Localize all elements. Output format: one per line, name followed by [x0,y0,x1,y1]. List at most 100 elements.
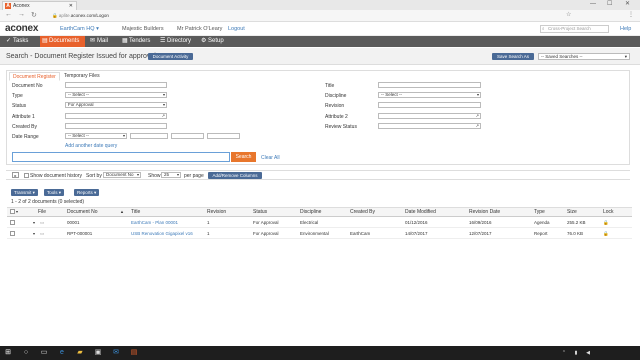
tools-button[interactable]: Tools ▾ [44,189,65,196]
created-by-input[interactable] [65,123,167,129]
date-from-input[interactable] [130,133,168,139]
chevron-down-icon[interactable]: ▾ [16,209,18,214]
file-icon[interactable]: ▭ [40,231,44,237]
star-icon[interactable]: ☆ [566,11,571,18]
search-icon[interactable]: ○ [22,349,30,357]
tab-temporary-files[interactable]: Temporary Files [61,72,103,81]
tab-close-icon[interactable]: ✕ [69,2,73,10]
directory-icon: ☰ [160,38,166,44]
volume-icon[interactable]: ◀ [584,349,592,357]
attribute-2-input[interactable]: ↗ [378,113,481,119]
office-icon[interactable]: ▤ [130,349,138,357]
file-explorer-icon[interactable]: ▰ [76,349,84,357]
maximize-button[interactable]: ☐ [607,0,612,9]
windows-start-icon[interactable]: ⊞ [4,349,12,357]
keyword-search-input[interactable] [12,152,230,162]
review-status-input[interactable]: ↗ [378,123,481,129]
add-date-query-link[interactable]: Add another date query [65,143,117,149]
document-no-input[interactable] [65,82,167,88]
sort-by-select[interactable]: Document No ▾ [103,172,141,178]
collapse-icon[interactable]: ▸ [12,172,19,178]
nav-documents-label: Documents [49,38,80,44]
date-to-input[interactable] [171,133,204,139]
row-menu-icon[interactable]: ▾ [33,231,35,236]
nav-tenders[interactable]: ▦ Tenders [120,36,150,47]
type-select[interactable]: -- Select -- ▾ [65,92,167,98]
document-activity-button[interactable]: Document Activity [148,53,193,60]
nav-documents[interactable]: ▤ Documents [40,36,86,47]
saved-searches-select[interactable]: -- Saved Searches -- ▾ [538,53,630,60]
window-close-button[interactable]: ✕ [625,0,630,9]
org-selector[interactable]: EarthCam HQ ▾ [60,26,99,32]
discipline-select[interactable]: -- Select -- ▾ [378,92,481,98]
nav-mail-label: Mail [97,38,109,44]
status-select[interactable]: For Approval ▾ [65,102,167,108]
col-type[interactable]: Type [534,209,545,215]
col-date-modified[interactable]: Date Modified [405,209,436,215]
revision-input[interactable] [378,102,481,108]
tab-document-register[interactable]: Document Register [9,72,60,81]
nav-mail[interactable]: ✉ Mail [88,36,108,47]
cell-discipline: Environmental [300,231,329,236]
col-status[interactable]: Status [253,209,267,215]
help-link[interactable]: Help [620,26,631,32]
nav-directory[interactable]: ☰ Directory [158,36,191,47]
col-document-no[interactable]: Document No [67,209,98,215]
os-taskbar: ⊞ ○ ▭ e ▰ ▣ ✉ ▤ ⌃ ▮ ◀ [0,346,640,360]
cross-project-search-input[interactable]: ⌕ Cross-Project Search [540,25,609,33]
nav-tasks[interactable]: ✓ Tasks [4,36,28,47]
sort-by-value: Document No [106,172,134,177]
attribute-1-input[interactable]: ↗ [65,113,167,119]
file-icon[interactable]: ▭ [40,220,44,226]
lock-icon[interactable]: 🔒 [603,231,609,237]
select-all-checkbox[interactable] [10,209,15,214]
nav-setup[interactable]: ⚙ Setup [199,36,224,47]
field-label-title: Title [325,83,335,89]
clear-all-link[interactable]: Clear All [261,155,280,161]
task-view-icon[interactable]: ▭ [40,349,48,357]
edge-icon[interactable]: e [58,349,66,357]
field-label-discipline: Discipline [325,93,347,99]
col-lock[interactable]: Lock [603,209,614,215]
store-icon[interactable]: ▣ [94,349,102,357]
cell-size: 76.0 KB [567,231,584,236]
back-icon[interactable]: ← [5,11,12,18]
row-menu-icon[interactable]: ▾ [33,220,35,225]
col-title[interactable]: Title [131,209,140,215]
logout-link[interactable]: Logout [228,26,245,32]
cell-title[interactable]: EarthCam - Plan 00001 [131,220,178,225]
row-checkbox[interactable] [10,220,15,225]
row-checkbox[interactable] [10,231,15,236]
result-count: 1 - 2 of 2 documents (0 selected) [11,199,85,205]
date-range-select[interactable]: -- Select -- ▾ [65,133,127,139]
save-search-as-button[interactable]: Save Search As [492,53,534,60]
minimize-button[interactable]: — [590,0,596,9]
browser-tab[interactable]: A Aconex ✕ [2,1,77,10]
date-extra-input[interactable] [207,133,240,139]
add-remove-columns-button[interactable]: Add/Remove Columns [208,172,262,179]
reports-button[interactable]: Reports ▾ [74,189,100,196]
cell-title[interactable]: USB Renovation Gigapixel v16 [131,231,193,236]
lock-icon[interactable]: 🔒 [603,220,609,226]
notification-area-icon[interactable]: ⌃ [560,349,568,357]
transmit-button[interactable]: Transmit ▾ [11,189,38,196]
show-history-checkbox[interactable] [24,173,29,178]
user-name: Mr Patrick O'Leary [177,26,223,32]
menu-icon[interactable]: ⋮ [628,11,634,18]
cell-revision-date: 12/07/2017 [469,231,492,236]
refresh-icon[interactable]: ↻ [31,11,37,19]
col-revision-date[interactable]: Revision Date [469,209,500,215]
field-label-created-by: Created By [12,124,38,130]
url-field[interactable]: 🔒 aplite.aconex.com/Logon [52,12,522,20]
network-icon[interactable]: ▮ [572,349,580,357]
col-file[interactable]: File [38,209,46,215]
title-input[interactable] [378,82,481,88]
mail-icon[interactable]: ✉ [112,349,120,357]
forward-icon[interactable]: → [18,11,25,18]
col-revision[interactable]: Revision [207,209,226,215]
col-discipline[interactable]: Discipline [300,209,321,215]
col-size[interactable]: Size [567,209,577,215]
search-button[interactable]: Search [231,152,256,162]
page-size-select[interactable]: 25 ▾ [161,172,181,178]
col-created-by[interactable]: Created By [350,209,375,215]
